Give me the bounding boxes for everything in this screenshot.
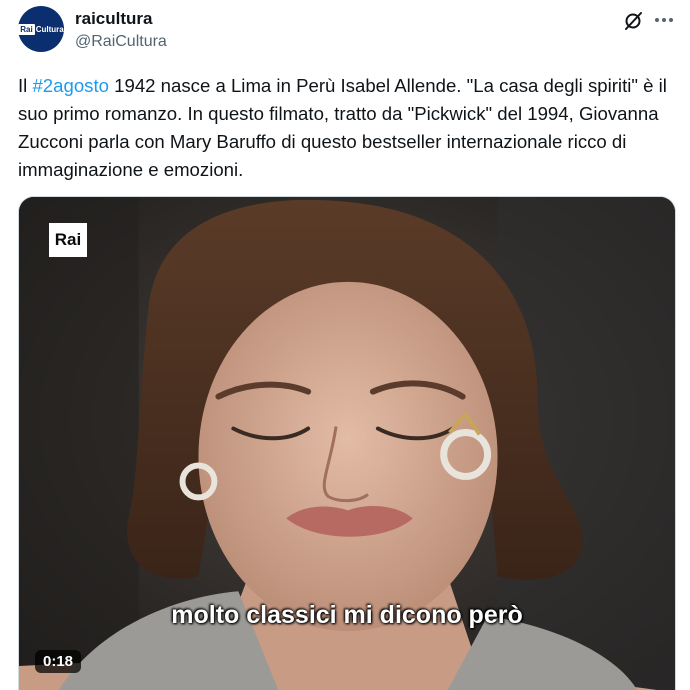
grok-icon[interactable] [622, 10, 644, 32]
avatar-logo-text: Cultura [35, 24, 64, 34]
display-name[interactable]: raicultura [75, 9, 152, 29]
avatar-logo-rai: Rai [18, 23, 35, 35]
raicultura-logo: Rai Cultura [18, 23, 64, 35]
more-icon[interactable] [652, 9, 676, 31]
rai-channel-logo: Rai [49, 223, 87, 257]
video-duration: 0:18 [35, 650, 82, 673]
hashtag-link[interactable]: #2agosto [32, 75, 109, 96]
tweet-text-prefix: Il [18, 75, 33, 96]
tweet-text: Il #2agosto 1942 nasce a Lima in Perù Is… [18, 72, 678, 184]
tweet-text-body: 1942 nasce a Lima in Perù Isabel Allende… [18, 75, 667, 180]
avatar[interactable]: Rai Cultura [18, 6, 64, 52]
video-player[interactable]: Rai molto classici mi dicono però 0:18 [18, 196, 676, 690]
video-subtitle: molto classici mi dicono però [171, 601, 523, 629]
user-handle[interactable]: @RaiCultura [75, 33, 167, 51]
